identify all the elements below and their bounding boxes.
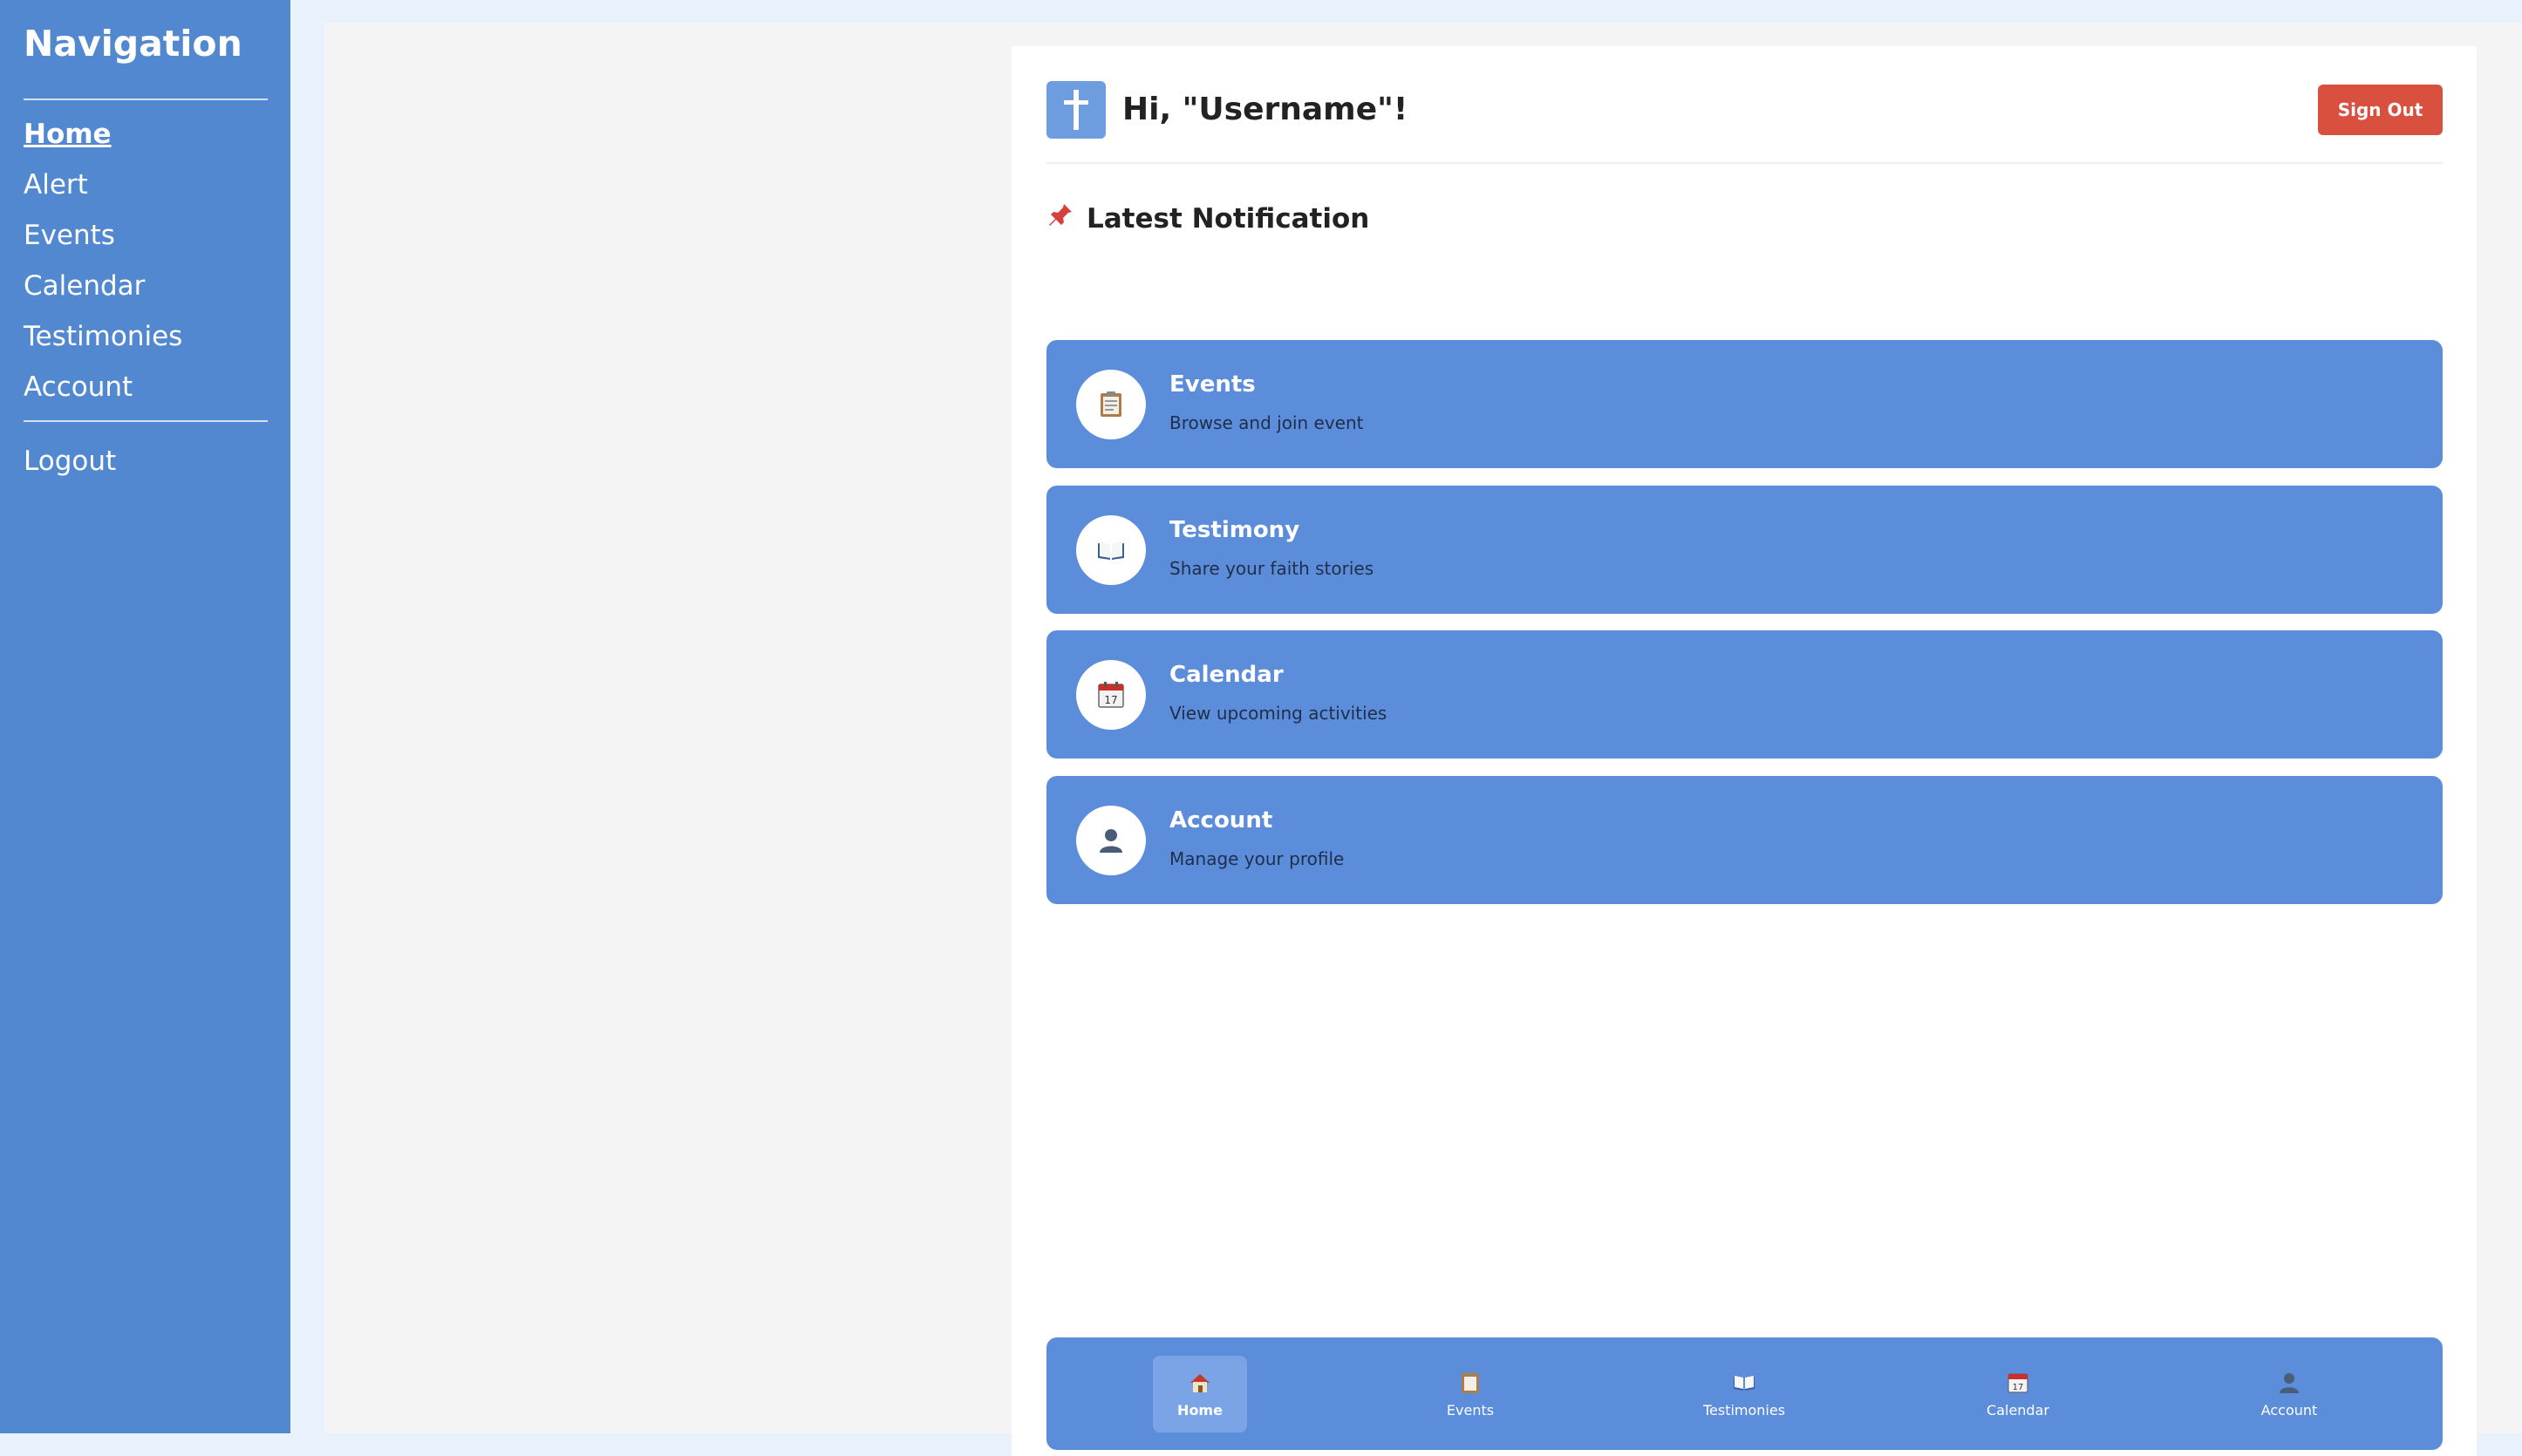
svg-text:17: 17 bbox=[1104, 694, 1117, 706]
bottom-nav-testimonies[interactable]: Testimonies bbox=[1697, 1356, 1791, 1432]
sidebar-item-home[interactable]: Home bbox=[24, 119, 112, 150]
bottom-nav-label: Events bbox=[1446, 1401, 1495, 1419]
bottom-nav-label: Calendar bbox=[1987, 1401, 2049, 1419]
tile-subtitle: View upcoming activities bbox=[1169, 703, 1387, 724]
tile-subtitle: Manage your profile bbox=[1169, 848, 1345, 869]
bottom-nav-label: Account bbox=[2260, 1401, 2318, 1419]
user-icon bbox=[1076, 806, 1146, 875]
sidebar-divider bbox=[24, 420, 268, 422]
tile-title: Events bbox=[1169, 371, 1256, 398]
main-area: Hi, "Username"! Sign Out Latest Notifica… bbox=[324, 23, 2522, 1456]
tile-title: Testimony bbox=[1169, 517, 1300, 543]
sidebar-item-alert[interactable]: Alert bbox=[24, 169, 88, 201]
tile-title: Calendar bbox=[1169, 662, 1284, 688]
sidebar-divider bbox=[24, 99, 268, 100]
tile-title: Account bbox=[1169, 807, 1273, 833]
sidebar-item-testimonies[interactable]: Testimonies bbox=[24, 321, 182, 352]
latest-notification: Latest Notification bbox=[1046, 201, 1369, 236]
events-tile[interactable]: Events Browse and join event bbox=[1046, 340, 2443, 468]
header-divider bbox=[1046, 162, 2443, 164]
content-card: Hi, "Username"! Sign Out Latest Notifica… bbox=[1012, 46, 2477, 1456]
sidebar-title: Navigation bbox=[24, 23, 242, 65]
open-book-icon bbox=[1734, 1375, 1755, 1391]
greeting-title: Hi, "Username"! bbox=[1122, 92, 1408, 127]
sidebar-item-logout[interactable]: Logout bbox=[24, 446, 116, 477]
calendar-icon: 17 bbox=[2007, 1372, 2028, 1393]
house-icon bbox=[1190, 1373, 1210, 1392]
bottom-nav-home[interactable]: Home bbox=[1153, 1356, 1247, 1432]
notification-label: Latest Notification bbox=[1087, 203, 1370, 235]
open-book-icon bbox=[1076, 515, 1146, 585]
calendar-icon: 17 bbox=[1076, 660, 1146, 730]
svg-text:17: 17 bbox=[2013, 1383, 2024, 1392]
clipboard-icon bbox=[1462, 1371, 1479, 1393]
bottom-nav-calendar[interactable]: 17 Calendar bbox=[1971, 1356, 2065, 1432]
bottom-nav-label: Home bbox=[1177, 1401, 1223, 1419]
bottom-nav-events[interactable]: Events bbox=[1423, 1356, 1517, 1432]
testimony-tile[interactable]: Testimony Share your faith stories bbox=[1046, 486, 2443, 614]
user-icon bbox=[2280, 1372, 2299, 1393]
bottom-nav-account[interactable]: Account bbox=[2242, 1356, 2336, 1432]
sign-out-button[interactable]: Sign Out bbox=[2318, 85, 2443, 135]
pushpin-icon bbox=[1046, 201, 1081, 236]
bottom-nav-label: Testimonies bbox=[1702, 1401, 1786, 1419]
sidebar: Navigation Home Alert Events Calendar Te… bbox=[0, 0, 290, 1433]
cross-icon bbox=[1046, 81, 1106, 139]
tile-subtitle: Share your faith stories bbox=[1169, 558, 1374, 579]
sidebar-item-account[interactable]: Account bbox=[24, 371, 133, 403]
sidebar-item-events[interactable]: Events bbox=[24, 220, 115, 251]
account-tile[interactable]: Account Manage your profile bbox=[1046, 776, 2443, 904]
clipboard-icon bbox=[1076, 370, 1146, 439]
calendar-tile[interactable]: 17 Calendar View upcoming activities bbox=[1046, 630, 2443, 759]
sidebar-item-calendar[interactable]: Calendar bbox=[24, 270, 145, 302]
tile-subtitle: Browse and join event bbox=[1169, 412, 1364, 433]
